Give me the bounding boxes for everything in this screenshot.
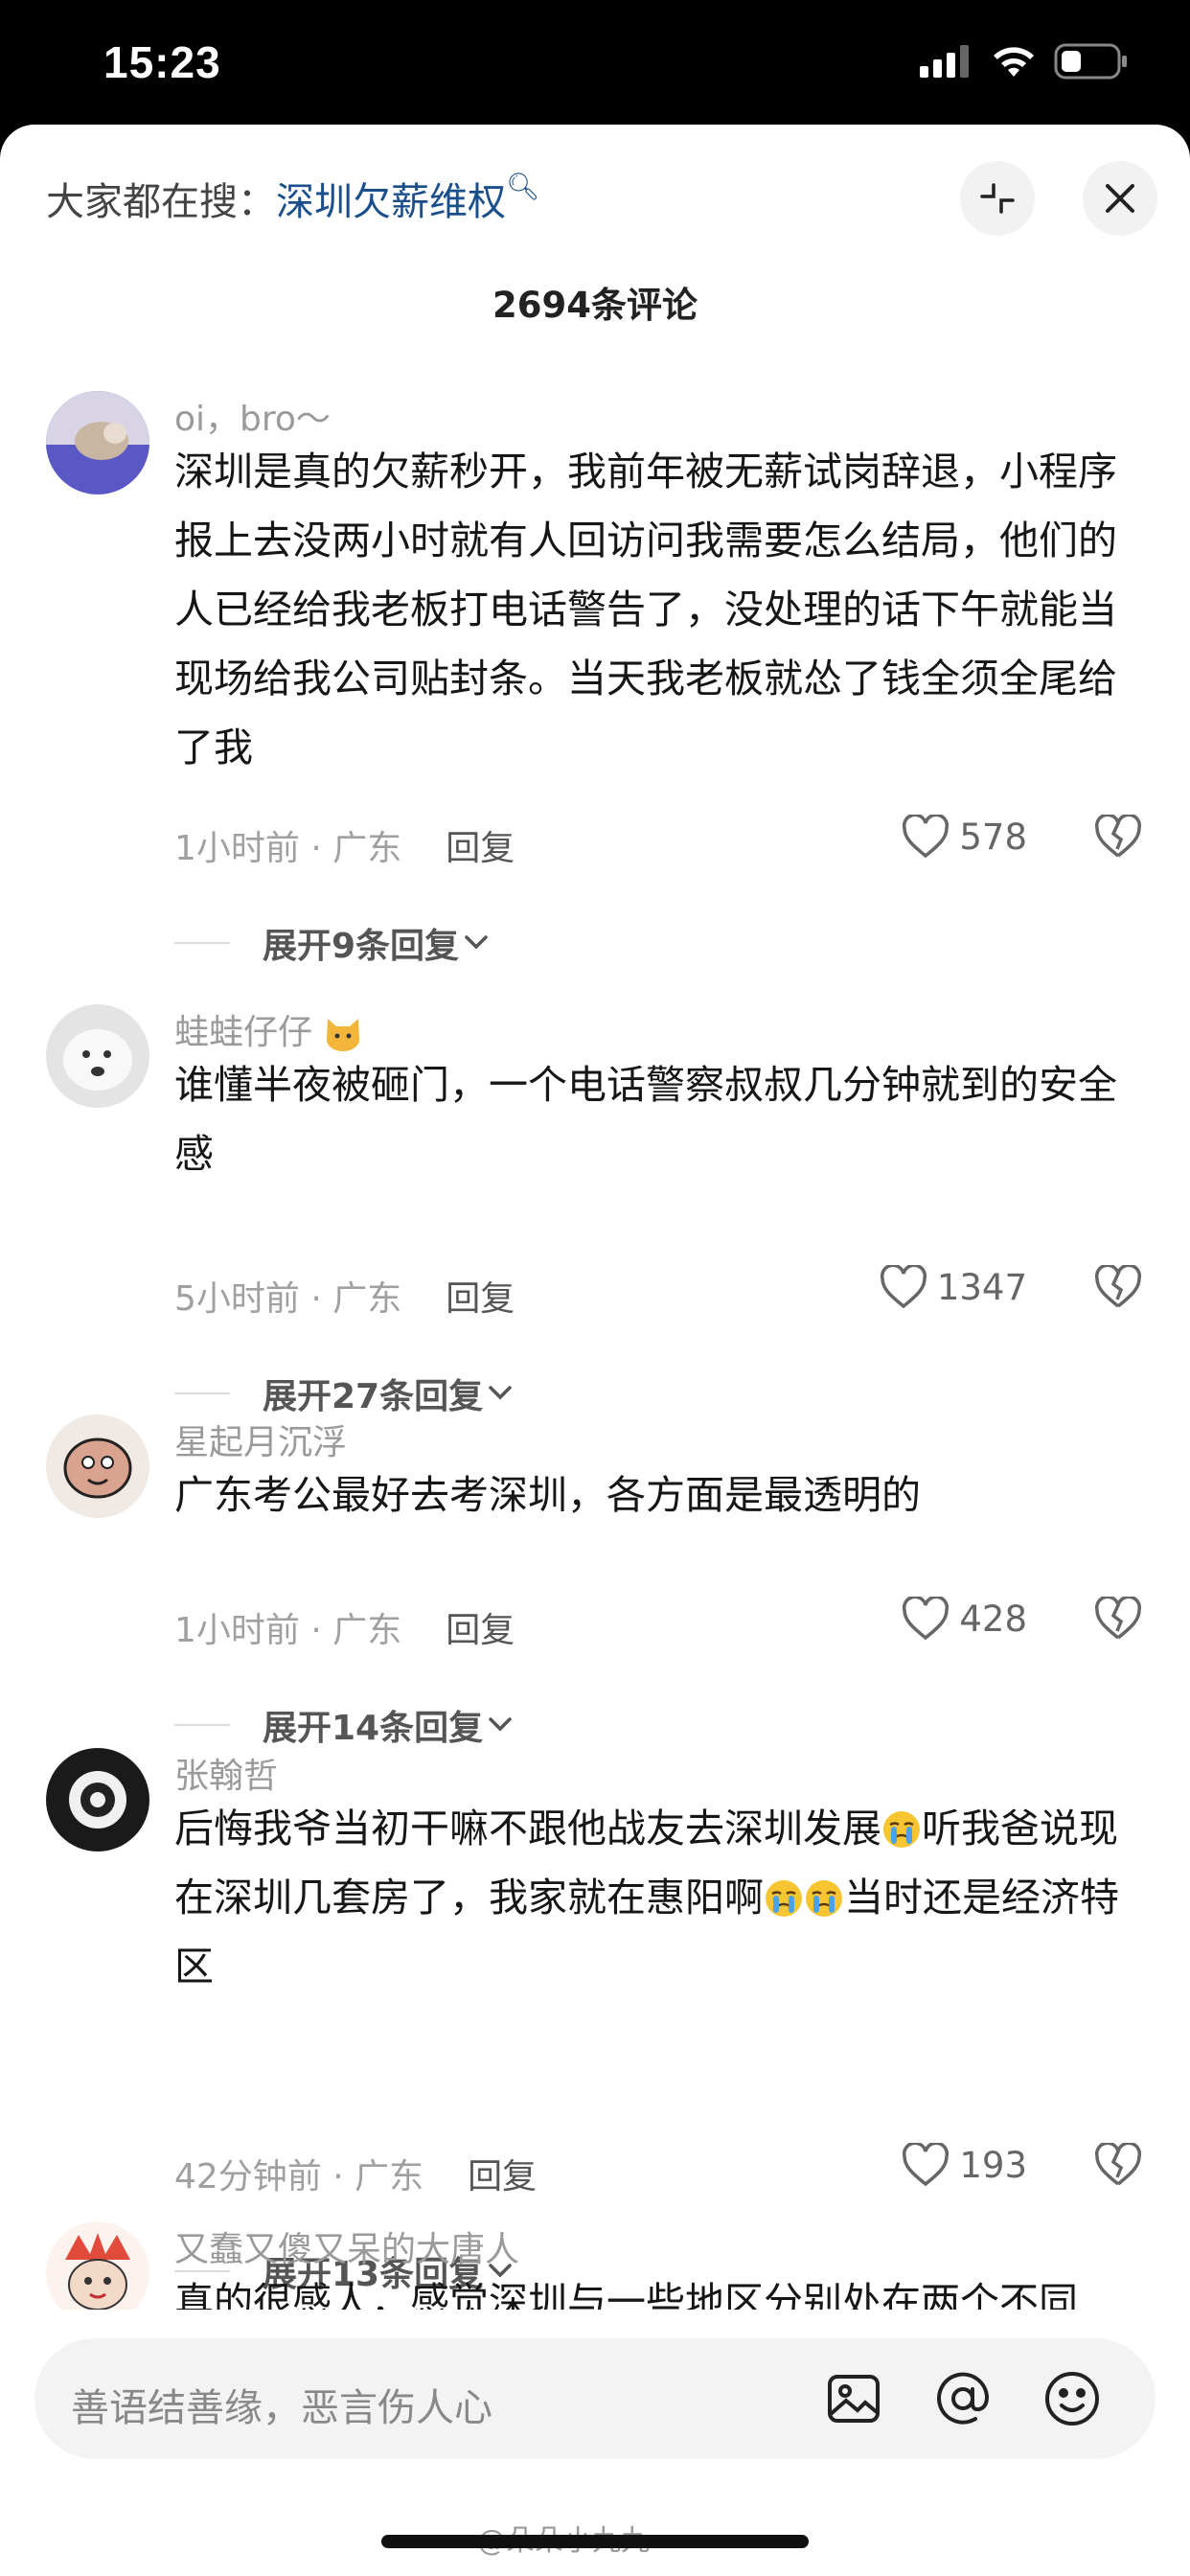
image-icon [828, 2375, 880, 2423]
dislike-button[interactable] [1094, 2141, 1142, 2191]
heart-icon [903, 815, 950, 859]
divider [174, 1724, 230, 1726]
time-location: 1小时前 · 广东 [174, 829, 402, 868]
comment-meta: 5小时前 · 广东 回复 [174, 1271, 515, 1321]
like-count: 428 [959, 1598, 1027, 1640]
status-bar: 15:23 [0, 0, 1190, 125]
close-icon [1106, 184, 1134, 213]
comment-sheet: 大家都在搜：深圳欠薪维权🔍︎ 2694条评论 oi，bro～ 深圳是真的欠薪秒开… [0, 125, 1190, 2576]
like-count: 578 [959, 816, 1027, 858]
dislike-button[interactable] [1094, 1263, 1142, 1313]
chevron-down-icon [489, 1717, 512, 1732]
reply-button[interactable]: 回复 [446, 1611, 515, 1650]
username[interactable]: 星起月沉浮 [174, 1414, 347, 1464]
emoji-button[interactable] [1039, 2365, 1106, 2432]
expand-label: 展开27条回复 [263, 1377, 484, 1416]
expand-replies[interactable]: 展开14条回复 [174, 1700, 517, 1750]
like-button[interactable]: 193 [902, 2143, 1027, 2187]
like-button[interactable]: 428 [902, 1597, 1027, 1641]
like-button[interactable]: 578 [902, 815, 1027, 859]
broken-heart-icon [1094, 1595, 1142, 1640]
like-count: 193 [959, 2144, 1027, 2186]
input-placeholder: 善语结善缘，恶言伤人心 [71, 2386, 492, 2430]
dislike-button[interactable] [1094, 1595, 1142, 1644]
comment-text-part: 后悔我爷当初干嘛不跟他战友去深圳发展 [174, 1806, 881, 1852]
broken-heart-icon [1094, 813, 1142, 858]
comment-text: 后悔我爷当初干嘛不跟他战友去深圳发展 听我爸说现在深圳几套房了，我家就在惠阳啊 当时… [174, 1794, 1144, 2001]
comment-meta: 1小时前 · 广东 回复 [174, 1602, 515, 1652]
hot-search-link[interactable]: 深圳欠薪维权 [276, 180, 506, 224]
avatar[interactable] [46, 391, 149, 494]
crying-emoji-icon [806, 1880, 842, 1917]
avatar[interactable] [46, 1748, 149, 1852]
username[interactable]: oi，bro～ [174, 391, 331, 441]
reply-button[interactable]: 回复 [446, 1279, 515, 1319]
comment-count: 2694条评论 [492, 285, 698, 326]
comment-text: 谁懂半夜被砸门，一个电话警察叔叔几分钟就到的安全感 [174, 1062, 1117, 1177]
username[interactable]: 蛙蛙仔仔 [174, 1004, 363, 1054]
comment-meta: 42分钟前 · 广东 回复 [174, 2149, 537, 2198]
reply-button[interactable]: 回复 [446, 829, 515, 868]
avatar[interactable] [46, 1004, 149, 1108]
comment-text: 广东考公最好去考深圳，各方面是最透明的 [174, 1472, 921, 1518]
signal-icon [920, 45, 969, 78]
reply-button[interactable]: 回复 [468, 2157, 537, 2196]
comment-meta: 1小时前 · 广东 回复 [174, 820, 515, 870]
username[interactable]: 张翰哲 [174, 1748, 278, 1798]
username[interactable]: 又蠢又傻又呆的大唐人 [174, 2221, 519, 2271]
time-location: 1小时前 · 广东 [174, 1611, 402, 1650]
wifi-icon [994, 47, 1034, 77]
broken-heart-icon [1094, 2141, 1142, 2186]
home-indicator[interactable] [381, 2535, 809, 2548]
expand-label: 展开14条回复 [263, 1709, 484, 1748]
status-time: 15:23 [103, 37, 221, 87]
emoji-icon [1045, 2372, 1099, 2426]
divider [174, 1392, 230, 1394]
battery-icon [1054, 43, 1127, 80]
crying-emoji-icon [883, 1811, 920, 1848]
comment-text: 深圳是真的欠薪秒开，我前年被无薪试岗辞退，小程序报上去没两小时就有人回访问我需要… [174, 448, 1117, 770]
divider [174, 942, 230, 944]
chevron-down-icon [489, 1386, 512, 1400]
chevron-down-icon [465, 935, 488, 950]
cat-emoji-icon [327, 1019, 360, 1051]
heart-icon [903, 1597, 950, 1641]
collapse-icon [980, 183, 1015, 214]
at-sign-icon [937, 2372, 990, 2425]
image-button[interactable] [820, 2365, 887, 2432]
expand-replies[interactable]: 展开27条回复 [174, 1368, 517, 1418]
expand-replies[interactable]: 展开9条回复 [174, 918, 493, 968]
collapse-button[interactable] [960, 161, 1035, 236]
comment-input[interactable]: 善语结善缘，恶言伤人心 [34, 2338, 1156, 2459]
hot-search-bar[interactable]: 大家都在搜：深圳欠薪维权🔍︎ [46, 171, 540, 226]
dislike-button[interactable] [1094, 813, 1142, 862]
heart-icon [903, 2143, 950, 2187]
mention-button[interactable] [929, 2365, 996, 2432]
heart-icon [880, 1265, 927, 1309]
avatar[interactable] [46, 1414, 149, 1518]
hot-search-label: 大家都在搜： [46, 180, 276, 224]
status-icons [920, 42, 1129, 80]
crying-emoji-icon [766, 1880, 802, 1917]
search-icon: 🔍︎ [506, 171, 540, 202]
like-button[interactable]: 1347 [880, 1265, 1027, 1309]
username-text: 蛙蛙仔仔 [174, 1013, 313, 1052]
broken-heart-icon [1094, 1263, 1142, 1308]
time-location: 5小时前 · 广东 [174, 1279, 402, 1319]
close-button[interactable] [1083, 161, 1157, 236]
like-count: 1347 [936, 1266, 1027, 1308]
expand-label: 展开9条回复 [263, 927, 460, 966]
time-location: 42分钟前 · 广东 [174, 2157, 424, 2196]
